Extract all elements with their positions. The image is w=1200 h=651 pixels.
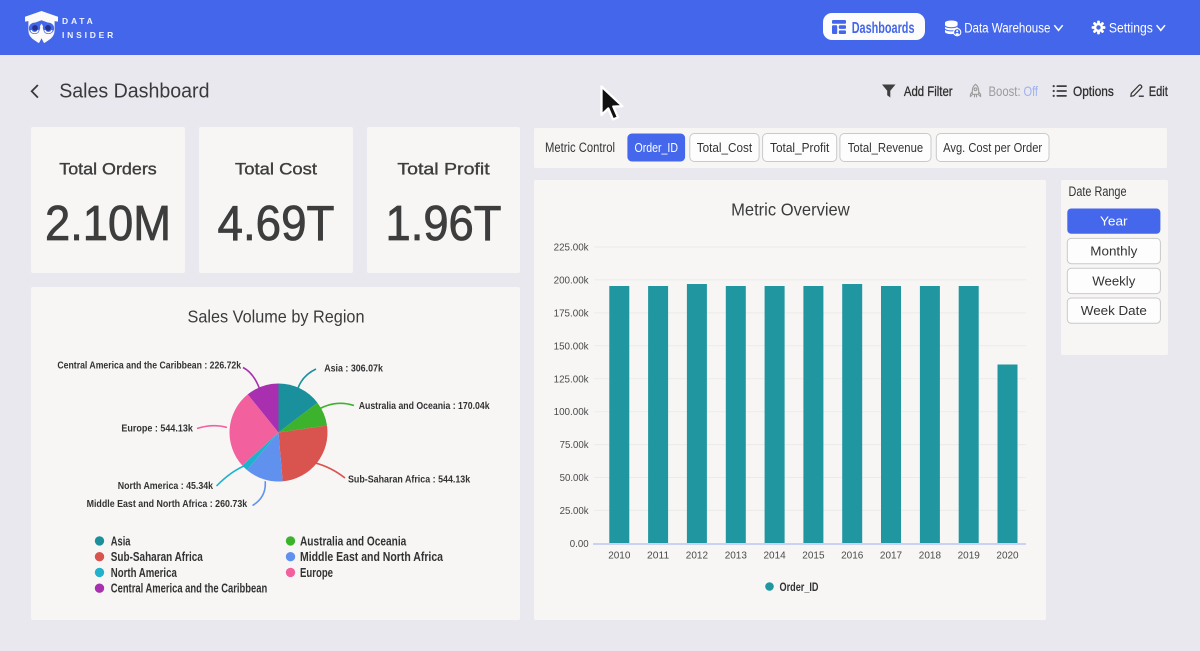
svg-text:Australia and Oceania : 170.04: Australia and Oceania : 170.04k bbox=[359, 401, 490, 412]
svg-text:2018: 2018 bbox=[919, 550, 941, 562]
svg-text:Total_Revenue: Total_Revenue bbox=[848, 141, 923, 155]
svg-text:Weekly: Weekly bbox=[1092, 274, 1135, 289]
svg-text:200.00k: 200.00k bbox=[554, 275, 590, 287]
svg-text:Europe: Europe bbox=[300, 566, 333, 580]
svg-text:Options: Options bbox=[1073, 83, 1114, 99]
svg-text:Off: Off bbox=[1024, 83, 1039, 99]
svg-text:2012: 2012 bbox=[686, 550, 708, 562]
svg-text:2013: 2013 bbox=[725, 550, 747, 562]
svg-text:North America: North America bbox=[111, 566, 178, 580]
svg-text:Avg. Cost per Order: Avg. Cost per Order bbox=[943, 141, 1042, 155]
svg-text:Sales Dashboard: Sales Dashboard bbox=[59, 81, 209, 103]
svg-text:Central America and the Caribb: Central America and the Caribbean : 226.… bbox=[57, 360, 241, 371]
svg-text:Middle East and North Africa: Middle East and North Africa bbox=[300, 550, 444, 564]
svg-text:25.00k: 25.00k bbox=[560, 505, 590, 517]
svg-text:175.00k: 175.00k bbox=[554, 308, 590, 320]
svg-text:Order_ID: Order_ID bbox=[635, 141, 679, 155]
svg-text:Data Warehouse: Data Warehouse bbox=[964, 20, 1050, 36]
svg-text:2017: 2017 bbox=[880, 550, 902, 562]
svg-text:225.00k: 225.00k bbox=[554, 242, 590, 254]
svg-text:Sub-Saharan Africa: Sub-Saharan Africa bbox=[111, 550, 204, 564]
svg-text:Edit: Edit bbox=[1149, 83, 1168, 99]
svg-text:Metric Control: Metric Control bbox=[545, 140, 615, 155]
svg-text:Dashboards: Dashboards bbox=[852, 20, 915, 37]
svg-text:100.00k: 100.00k bbox=[554, 406, 590, 418]
svg-text:150.00k: 150.00k bbox=[554, 340, 590, 352]
svg-text:4.69T: 4.69T bbox=[218, 196, 335, 251]
svg-text:2011: 2011 bbox=[647, 550, 669, 562]
svg-text:0.00: 0.00 bbox=[570, 538, 589, 550]
svg-text:Total Orders: Total Orders bbox=[59, 161, 157, 179]
svg-text:Central America and the Caribb: Central America and the Caribbean bbox=[111, 582, 267, 596]
svg-text:1.96T: 1.96T bbox=[386, 196, 502, 251]
svg-text:Date Range: Date Range bbox=[1069, 184, 1127, 199]
svg-text:Asia : 306.07k: Asia : 306.07k bbox=[324, 363, 383, 374]
svg-text:Asia: Asia bbox=[111, 534, 131, 548]
svg-text:Total Cost: Total Cost bbox=[235, 161, 317, 179]
svg-text:2020: 2020 bbox=[996, 550, 1018, 562]
svg-text:2015: 2015 bbox=[802, 550, 824, 562]
svg-text:2014: 2014 bbox=[764, 550, 786, 562]
svg-text:Monthly: Monthly bbox=[1090, 244, 1137, 259]
svg-text:Total_Cost: Total_Cost bbox=[697, 141, 753, 155]
svg-text:Settings: Settings bbox=[1109, 20, 1153, 36]
svg-text:Year: Year bbox=[1100, 214, 1128, 229]
svg-text:2019: 2019 bbox=[958, 550, 980, 562]
svg-text:Australia and Oceania: Australia and Oceania bbox=[300, 534, 407, 548]
svg-text:125.00k: 125.00k bbox=[554, 373, 590, 385]
svg-text:Add Filter: Add Filter bbox=[904, 83, 953, 99]
svg-text:North America : 45.34k: North America : 45.34k bbox=[118, 481, 214, 492]
svg-text:Total_Profit: Total_Profit bbox=[770, 141, 830, 155]
svg-text:Metric Overview: Metric Overview bbox=[731, 199, 850, 219]
svg-text:Middle East and North Africa :: Middle East and North Africa : 260.73k bbox=[87, 499, 248, 510]
svg-text:75.00k: 75.00k bbox=[560, 439, 590, 451]
svg-text:Europe : 544.13k: Europe : 544.13k bbox=[121, 423, 193, 434]
svg-text:Order_ID: Order_ID bbox=[780, 582, 819, 594]
svg-text:Total Profit: Total Profit bbox=[397, 161, 490, 179]
svg-text:Sub-Saharan Africa : 544.13k: Sub-Saharan Africa : 544.13k bbox=[348, 474, 470, 485]
svg-text:Sales Volume by Region: Sales Volume by Region bbox=[188, 306, 365, 326]
svg-text:2010: 2010 bbox=[608, 550, 630, 562]
svg-text:Boost:: Boost: bbox=[989, 83, 1021, 99]
svg-text:2016: 2016 bbox=[841, 550, 863, 562]
svg-text:2.10M: 2.10M bbox=[45, 196, 171, 251]
svg-text:50.00k: 50.00k bbox=[560, 472, 590, 484]
svg-text:Week Date: Week Date bbox=[1081, 303, 1147, 318]
